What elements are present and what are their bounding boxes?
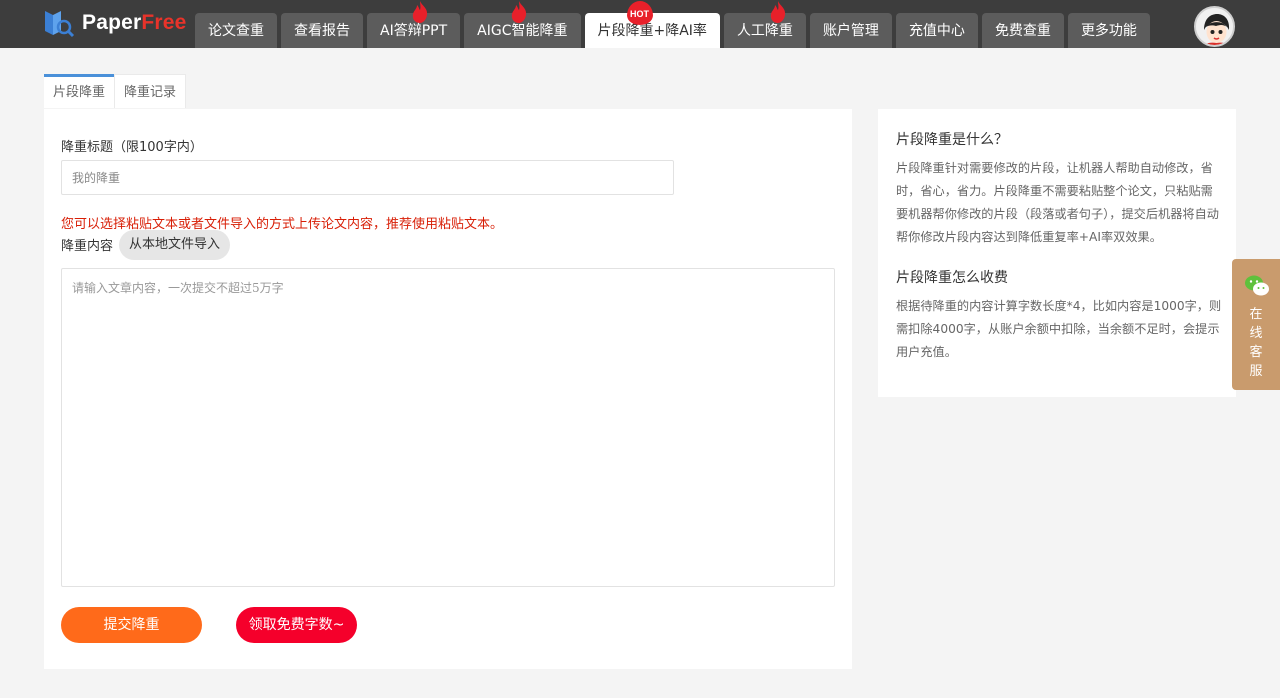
nav-item-ai-ppt[interactable]: AI答辩PPT <box>367 1 461 48</box>
top-navbar: PaperFree 论文查重 查看报告 AI答辩PPT AIGC智能降重 HOT… <box>0 0 1280 48</box>
hot-badge: HOT <box>626 1 653 25</box>
online-service-label: 在线客服 <box>1249 307 1263 379</box>
info-question-fee: 片段降重怎么收费 <box>896 270 1008 286</box>
fire-icon <box>770 1 786 23</box>
form-panel: 降重标题（限100字内） 您可以选择粘贴文本或者文件导入的方式上传论文内容，推荐… <box>44 109 852 669</box>
sub-tabs: 片段降重 降重记录 <box>44 74 187 108</box>
claim-free-words-button[interactable]: 领取免费字数~ <box>236 607 357 643</box>
nav-item-aigc-reduce[interactable]: AIGC智能降重 <box>464 1 581 48</box>
nav-item-view-report[interactable]: 查看报告 <box>281 13 363 48</box>
nav-item-free-check[interactable]: 免费查重 <box>981 13 1064 48</box>
title-label: 降重标题（限100字内） <box>61 140 203 155</box>
nav-item-more[interactable]: 更多功能 <box>1067 13 1150 48</box>
nav-item-plagiarism-check[interactable]: 论文查重 <box>195 13 277 48</box>
logo[interactable]: PaperFree <box>42 6 187 40</box>
avatar[interactable] <box>1194 6 1235 47</box>
content-label: 降重内容 <box>61 239 114 254</box>
content-textarea[interactable] <box>61 268 835 587</box>
tab-segment-reduce[interactable]: 片段降重 <box>44 74 115 108</box>
title-input[interactable] <box>61 160 674 195</box>
tab-reduce-records[interactable]: 降重记录 <box>114 74 187 108</box>
main-nav: 论文查重 查看报告 AI答辩PPT AIGC智能降重 HOT 片段降重+降AI率… <box>195 1 1150 48</box>
wechat-icon <box>1245 275 1269 296</box>
fire-icon <box>512 1 527 23</box>
nav-item-account[interactable]: 账户管理 <box>809 13 892 48</box>
user-avatar-icon <box>1196 8 1233 45</box>
nav-item-segment-reduce[interactable]: HOT 片段降重+降AI率 <box>584 1 720 48</box>
nav-item-manual-reduce[interactable]: 人工降重 <box>723 1 806 48</box>
import-file-button[interactable]: 从本地文件导入 <box>119 230 231 260</box>
logo-text: PaperFree <box>82 11 187 34</box>
submit-reduce-button[interactable]: 提交降重 <box>61 607 202 643</box>
info-panel: 片段降重是什么？ 片段降重针对需要修改的片段，让机器人帮助自动修改，省时，省心，… <box>878 109 1236 397</box>
info-question-what: 片段降重是什么？ <box>896 132 1008 148</box>
fire-icon <box>412 1 428 23</box>
info-answer-what: 片段降重针对需要修改的片段，让机器人帮助自动修改，省时，省心，省力。片段降重不需… <box>896 161 1219 244</box>
nav-item-recharge[interactable]: 充值中心 <box>895 13 978 48</box>
online-service-button[interactable]: 在线客服 <box>1232 259 1280 390</box>
logo-icon <box>45 11 75 38</box>
upload-tip: 您可以选择粘贴文本或者文件导入的方式上传论文内容，推荐使用粘贴文本。 <box>61 217 504 232</box>
info-answer-fee: 根据待降重的内容计算字数长度*4，比如内容是1000字，则需扣除4000字，从账… <box>896 299 1222 359</box>
